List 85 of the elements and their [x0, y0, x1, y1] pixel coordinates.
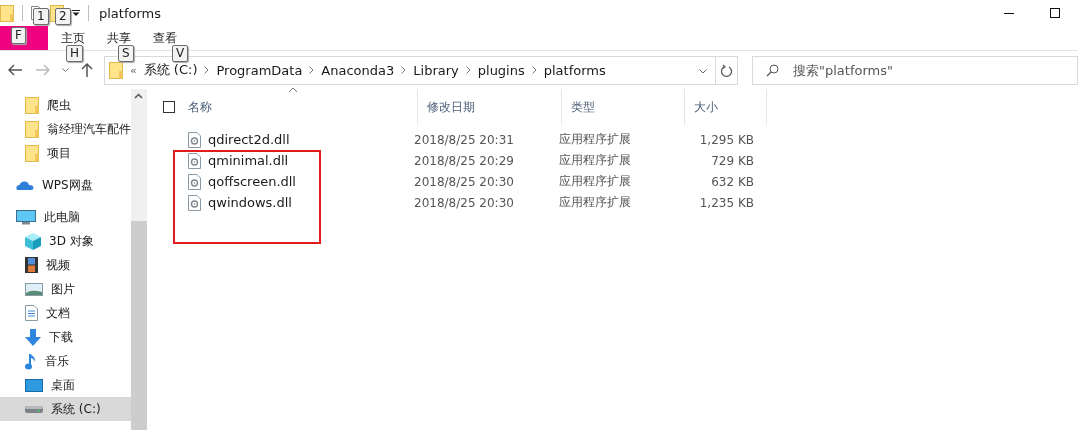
chevron-right-icon: [401, 66, 407, 74]
file-type: 应用程序扩展: [559, 174, 631, 188]
desktop-icon: [25, 378, 43, 392]
keytip-tooltip: 1: [33, 8, 49, 25]
keytip-tooltip: V: [172, 45, 189, 62]
cloud-icon: [16, 179, 34, 191]
sidebar-item[interactable]: 翁经理汽车配件: [0, 117, 131, 141]
breadcrumb[interactable]: plugins: [477, 62, 525, 78]
dll-file-icon: [188, 194, 201, 211]
sidebar-item[interactable]: 3D 对象: [0, 229, 131, 253]
breadcrumb[interactable]: ProgramData: [216, 62, 303, 78]
file-type: 应用程序扩展: [559, 132, 631, 146]
breadcrumb[interactable]: Library: [413, 62, 459, 78]
search-field[interactable]: 搜索"platforms": [752, 55, 1078, 85]
file-type: 应用程序扩展: [559, 195, 631, 209]
column-header[interactable]: 类型: [571, 98, 595, 116]
chevron-right-icon: [465, 66, 471, 74]
cube-icon: [25, 232, 41, 250]
keytip-tooltip: S: [118, 45, 134, 62]
file-size: 632 KB: [711, 174, 754, 189]
sidebar-item[interactable]: 桌面: [0, 373, 131, 397]
file-name[interactable]: qwindows.dll: [208, 195, 292, 210]
refresh-icon: [720, 63, 733, 77]
chevron-down-icon: [61, 68, 69, 72]
back-arrow-icon: [8, 64, 22, 76]
dll-file-icon: [188, 131, 201, 148]
column-header[interactable]: 名称: [188, 98, 212, 116]
chevron-right-icon: [204, 66, 210, 74]
refresh-button[interactable]: [716, 55, 738, 85]
dll-file-icon: [188, 152, 201, 169]
minimize-icon: [1004, 12, 1014, 14]
sidebar-item[interactable]: WPS网盘: [0, 173, 131, 197]
dropdown-icon[interactable]: [72, 10, 80, 16]
music-note-icon: [25, 352, 37, 370]
chevron-right-icon: [531, 66, 537, 74]
forward-arrow-icon: [36, 64, 50, 76]
sidebar-item[interactable]: 下载: [0, 325, 131, 349]
file-name[interactable]: qdirect2d.dll: [208, 132, 290, 147]
document-icon: [25, 305, 38, 321]
breadcrumb[interactable]: platforms: [543, 62, 606, 78]
select-all-checkbox[interactable]: [163, 101, 175, 113]
up-arrow-icon: [81, 63, 93, 77]
download-arrow-icon: [25, 328, 41, 346]
overflow-chevron[interactable]: «: [130, 63, 137, 77]
file-type: 应用程序扩展: [559, 153, 631, 167]
file-name[interactable]: qminimal.dll: [208, 153, 289, 168]
sidebar-item[interactable]: 系统 (C:): [0, 397, 131, 421]
folder-icon: [109, 61, 123, 79]
modified-date: 2018/8/25 20:31: [414, 132, 514, 147]
sidebar-item[interactable]: 文档: [0, 301, 131, 325]
sidebar-item[interactable]: 项目: [0, 141, 131, 165]
folder-icon: [25, 120, 39, 138]
file-size: 1,235 KB: [699, 195, 754, 210]
sidebar-item[interactable]: 爬虫: [0, 93, 131, 117]
dll-file-icon: [188, 173, 201, 190]
modified-date: 2018/8/25 20:30: [414, 174, 514, 189]
search-icon: [766, 63, 779, 77]
keytip-tooltip: F: [11, 27, 26, 44]
drive-icon: [25, 405, 43, 413]
sort-ascending-icon: [288, 87, 298, 93]
folder-icon: [25, 144, 39, 162]
sidebar-item[interactable]: 视频: [0, 253, 131, 277]
file-size: 729 KB: [711, 153, 754, 168]
modified-date: 2018/8/25 20:30: [414, 195, 514, 210]
file-name[interactable]: qoffscreen.dll: [208, 174, 296, 189]
monitor-icon: [16, 209, 36, 225]
keytip-tooltip: 2: [55, 8, 71, 25]
folder-icon: [25, 96, 39, 114]
sidebar-item[interactable]: 此电脑: [0, 205, 131, 229]
folder-icon: [0, 4, 14, 22]
window-title: platforms: [99, 5, 161, 21]
chevron-right-icon: [309, 66, 315, 74]
image-icon: [25, 282, 43, 296]
sidebar-item[interactable]: 音乐: [0, 349, 131, 373]
column-header[interactable]: 修改日期: [427, 98, 475, 116]
scrollbar[interactable]: [131, 89, 147, 430]
breadcrumb[interactable]: 系统 (C:): [143, 61, 198, 79]
sidebar-item[interactable]: 图片: [0, 277, 131, 301]
file-size: 1,295 KB: [699, 132, 754, 147]
film-icon: [25, 257, 38, 273]
modified-date: 2018/8/25 20:29: [414, 153, 514, 168]
column-header[interactable]: 大小: [694, 98, 718, 116]
keytip-tooltip: H: [66, 45, 84, 62]
maximize-icon: [1050, 8, 1060, 18]
breadcrumb[interactable]: Anaconda3: [321, 62, 395, 78]
